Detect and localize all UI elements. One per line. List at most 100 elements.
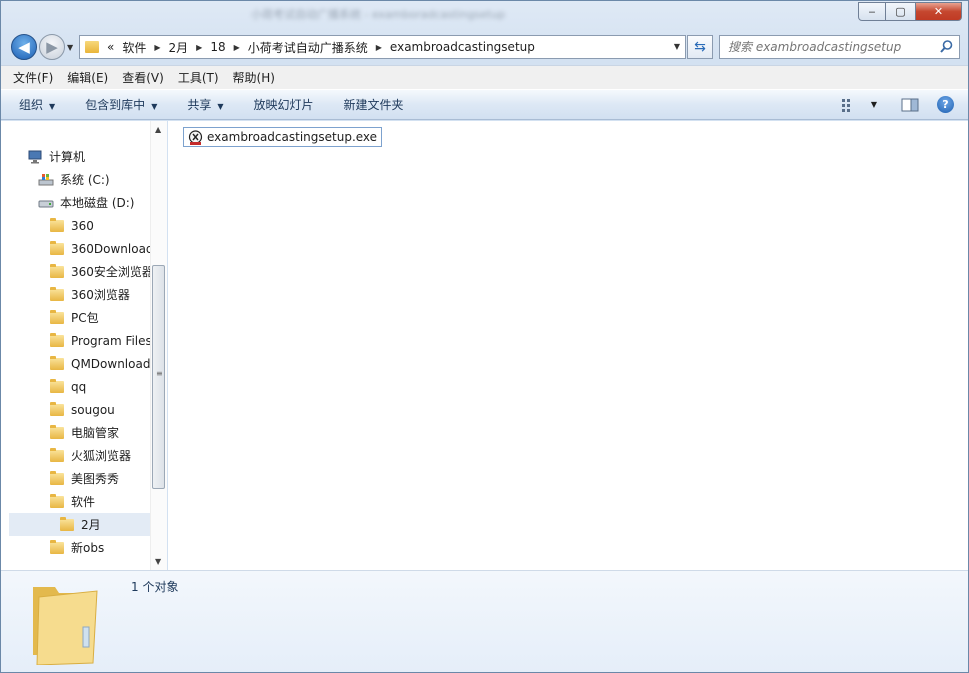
forward-arrow-icon: ▶ <box>46 38 58 56</box>
navigation-scrollbar[interactable]: ▲ ≡ ▼ <box>150 121 167 570</box>
tree-item-label: 360 <box>71 218 94 233</box>
scroll-up-icon[interactable]: ▲ <box>155 125 161 134</box>
minimize-button[interactable]: ‒ <box>858 2 886 21</box>
minimize-icon: ‒ <box>868 5 876 18</box>
computer-icon <box>28 150 42 163</box>
tree-item-label: 360浏览器 <box>71 288 130 302</box>
breadcrumb-overflow[interactable]: « <box>107 40 114 54</box>
command-bar: 组织 ▼ 包含到库中 ▼ 共享 ▼ 放映幻灯片 新建文件夹 ▼ ? <box>1 89 968 120</box>
file-item[interactable]: exambroadcastingsetup.exe <box>183 127 383 147</box>
tree-item-label: 美图秀秀 <box>71 472 120 486</box>
scroll-down-icon[interactable]: ▼ <box>155 557 161 566</box>
folder-icon <box>50 309 64 324</box>
slideshow-button[interactable]: 放映幻灯片 <box>254 96 314 113</box>
tree-item-computer[interactable]: 计算机 <box>9 145 150 168</box>
tree-item-folder[interactable]: 软件 <box>9 490 150 513</box>
tree-item-folder[interactable]: Program Files <box>9 329 150 352</box>
breadcrumb-item[interactable]: 小荷考试自动广播系统 <box>248 39 368 56</box>
tree-item-label: qq <box>71 379 87 394</box>
maximize-button[interactable]: ▢ <box>886 2 916 21</box>
menu-edit[interactable]: 编辑(E) <box>67 69 108 86</box>
tree-item-label: 本地磁盘 (D:) <box>60 196 135 210</box>
tree-item-folder[interactable]: sougou <box>9 398 150 421</box>
title-bar[interactable]: 小荷考试自动广播系统 - examboradcastingsetup ‒ ▢ ✕ <box>1 1 968 29</box>
tree-item-folder[interactable]: 新obs <box>9 536 150 559</box>
organize-button[interactable]: 组织 ▼ <box>19 96 55 113</box>
back-button[interactable]: ◀ <box>11 34 37 60</box>
recent-pages-dropdown[interactable]: ▼ <box>67 43 73 52</box>
organize-label: 组织 <box>19 98 44 112</box>
share-button[interactable]: 共享 ▼ <box>187 96 223 113</box>
file-name: exambroadcastingsetup.exe <box>207 130 378 144</box>
folder-icon <box>60 516 74 531</box>
help-icon[interactable]: ? <box>937 96 954 113</box>
navigation-pane: 计算机 系统 (C:) 本地磁盘 (D:) 360 360Download 36… <box>1 121 167 570</box>
folder-icon <box>50 470 64 485</box>
maximize-icon: ▢ <box>895 5 906 18</box>
tree-item-folder[interactable]: 美图秀秀 <box>9 467 150 490</box>
folder-icon <box>50 332 64 347</box>
close-button[interactable]: ✕ <box>916 2 962 21</box>
tree-item-label: 系统 (C:) <box>60 173 110 187</box>
details-pane: 1 个对象 <box>1 570 968 672</box>
tree-item-label: 2月 <box>81 518 101 532</box>
search-box[interactable] <box>719 35 960 59</box>
chevron-down-icon: ▼ <box>49 102 56 111</box>
breadcrumb-item[interactable]: exambroadcastingsetup <box>390 40 535 54</box>
breadcrumb-item[interactable]: 18 <box>210 40 225 54</box>
scroll-thumb[interactable]: ≡ <box>152 265 165 489</box>
file-list[interactable]: exambroadcastingsetup.exe <box>168 121 968 570</box>
tree-item-folder[interactable]: 电脑管家 <box>9 421 150 444</box>
navigation-row: ◀ ▶ ▼ « 软件 ▶ 2月 ▶ 18 ▶ 小荷考试自动广播系统 ▶ exam… <box>1 31 968 63</box>
window-title: 小荷考试自动广播系统 - examboradcastingsetup <box>251 8 506 21</box>
tree-item-folder[interactable]: QMDownload <box>9 352 150 375</box>
tree-item-folder[interactable]: 360 <box>9 214 150 237</box>
menu-tools[interactable]: 工具(T) <box>178 69 219 86</box>
preview-pane-icon[interactable] <box>901 97 919 113</box>
address-history-dropdown[interactable]: ▼ <box>674 42 680 51</box>
include-library-label: 包含到库中 <box>85 98 146 112</box>
folder-icon <box>85 41 99 53</box>
search-icon[interactable] <box>940 40 953 53</box>
breadcrumb-separator-icon[interactable]: ▶ <box>154 43 160 52</box>
grip-icon: ≡ <box>156 369 163 378</box>
menu-file[interactable]: 文件(F) <box>13 69 53 86</box>
tree-item-drive-c[interactable]: 系统 (C:) <box>9 168 150 191</box>
new-folder-button[interactable]: 新建文件夹 <box>344 96 404 113</box>
folder-icon <box>50 401 64 416</box>
tree-item-folder[interactable]: 火狐浏览器 <box>9 444 150 467</box>
folder-tree: 计算机 系统 (C:) 本地磁盘 (D:) 360 360Download 36… <box>9 145 150 559</box>
tree-item-folder[interactable]: qq <box>9 375 150 398</box>
tree-item-folder[interactable]: 360浏览器 <box>9 283 150 306</box>
change-view-icon[interactable] <box>841 97 859 113</box>
tree-item-label: 360安全浏览器 <box>71 265 150 279</box>
tree-item-label: Program Files <box>71 333 150 348</box>
tree-item-label: 软件 <box>71 495 96 509</box>
tree-item-label: PC包 <box>71 311 99 325</box>
explorer-window: 小荷考试自动广播系统 - examboradcastingsetup ‒ ▢ ✕… <box>0 0 969 673</box>
views-dropdown-icon[interactable]: ▼ <box>871 100 877 109</box>
address-bar[interactable]: « 软件 ▶ 2月 ▶ 18 ▶ 小荷考试自动广播系统 ▶ exambroadc… <box>79 35 686 59</box>
tree-item-label: 360Download <box>71 241 150 256</box>
breadcrumb-separator-icon[interactable]: ▶ <box>376 43 382 52</box>
breadcrumb-item[interactable]: 软件 <box>122 39 146 56</box>
tree-item-folder[interactable]: PC包 <box>9 306 150 329</box>
refresh-button[interactable]: ⇆ <box>687 35 713 59</box>
forward-button[interactable]: ▶ <box>39 34 65 60</box>
share-label: 共享 <box>187 98 212 112</box>
breadcrumb-separator-icon[interactable]: ▶ <box>196 43 202 52</box>
tree-item-drive-d[interactable]: 本地磁盘 (D:) <box>9 191 150 214</box>
tree-item-folder[interactable]: 360安全浏览器 <box>9 260 150 283</box>
include-in-library-button[interactable]: 包含到库中 ▼ <box>85 96 157 113</box>
menu-view[interactable]: 查看(V) <box>122 69 164 86</box>
tree-item-selected-folder[interactable]: 2月 <box>9 513 150 536</box>
breadcrumb-separator-icon[interactable]: ▶ <box>234 43 240 52</box>
folder-icon <box>50 493 64 508</box>
folder-icon <box>50 217 64 232</box>
tree-item-folder[interactable]: 360Download <box>9 237 150 260</box>
breadcrumb-item[interactable]: 2月 <box>169 39 189 56</box>
item-count: 1 个对象 <box>131 580 179 594</box>
search-input[interactable] <box>728 40 938 54</box>
menu-help[interactable]: 帮助(H) <box>233 69 275 86</box>
folder-icon <box>50 286 64 301</box>
